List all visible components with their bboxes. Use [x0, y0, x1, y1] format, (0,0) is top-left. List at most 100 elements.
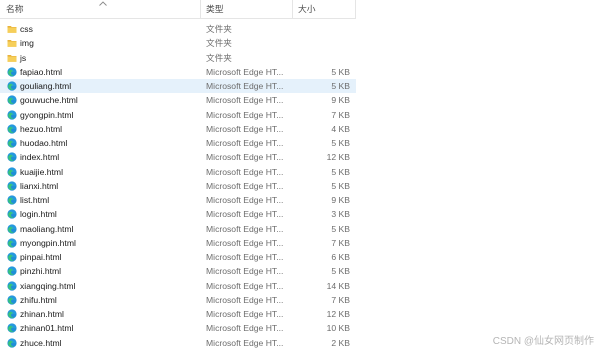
edge-html-icon — [7, 124, 17, 134]
file-size: 12 KB — [326, 152, 350, 163]
edge-html-icon — [7, 337, 17, 348]
column-divider[interactable] — [200, 0, 201, 18]
file-name: gouwuche.html — [20, 95, 78, 106]
file-row[interactable]: xiangqing.html Microsoft Edge HT... 14 KB — [0, 279, 356, 293]
file-size: 5 KB — [331, 81, 350, 91]
file-size: 5 KB — [331, 166, 350, 177]
file-type: Microsoft Edge HT... — [206, 95, 284, 106]
file-name: index.html — [20, 152, 60, 163]
file-row[interactable]: huodao.html Microsoft Edge HT... 5 KB — [0, 136, 356, 150]
file-size: 9 KB — [331, 195, 350, 205]
edge-html-icon — [7, 280, 17, 291]
file-row[interactable]: index.html Microsoft Edge HT... 12 KB — [0, 150, 356, 164]
file-name: hezuo.html — [20, 123, 63, 134]
file-size: 5 KB — [331, 138, 350, 148]
file-name: fapiao.html — [20, 66, 63, 77]
edge-html-icon — [7, 209, 17, 219]
file-type: Microsoft Edge HT... — [206, 152, 284, 163]
file-type: Microsoft Edge HT... — [206, 280, 284, 291]
edge-html-icon — [7, 166, 17, 177]
file-name: login.html — [20, 209, 57, 220]
file-name: img — [20, 38, 34, 49]
file-type: Microsoft Edge HT... — [206, 309, 284, 319]
file-size: 10 KB — [326, 323, 350, 334]
edge-html-icon — [7, 152, 17, 162]
file-type: Microsoft Edge HT... — [206, 323, 284, 334]
file-type: Microsoft Edge HT... — [206, 337, 284, 348]
file-row[interactable]: zhinan.html Microsoft Edge HT... 12 KB — [0, 307, 356, 321]
file-row[interactable]: hezuo.html Microsoft Edge HT... 4 KB — [0, 122, 356, 136]
edge-html-icon — [7, 266, 17, 276]
file-type: Microsoft Edge HT... — [206, 294, 284, 305]
edge-html-icon — [7, 95, 17, 105]
file-row[interactable]: kuaijie.html Microsoft Edge HT... 5 KB — [0, 165, 356, 179]
file-name: pinzhi.html — [20, 266, 62, 277]
column-header-size[interactable]: 大小 — [298, 0, 316, 18]
file-row[interactable]: myongpin.html Microsoft Edge HT... 7 KB — [0, 236, 356, 250]
file-type: Microsoft Edge HT... — [206, 109, 284, 120]
file-row[interactable]: zhinan01.html Microsoft Edge HT... 10 KB — [0, 321, 356, 335]
file-name: kuaijie.html — [20, 166, 63, 177]
file-type: 文件夹 — [206, 24, 232, 34]
file-size: 7 KB — [331, 109, 350, 120]
file-type: Microsoft Edge HT... — [206, 209, 284, 220]
edge-html-icon — [7, 252, 17, 262]
file-name: gouliang.html — [20, 81, 72, 91]
file-row[interactable]: zhifu.html Microsoft Edge HT... 7 KB — [0, 293, 356, 307]
watermark: CSDN @仙女网页制作 — [492, 336, 594, 347]
file-row[interactable]: gouwuche.html Microsoft Edge HT... 9 KB — [0, 93, 356, 107]
file-type: Microsoft Edge HT... — [206, 81, 284, 91]
file-row[interactable]: gouliang.html Microsoft Edge HT... 5 KB — [0, 79, 356, 94]
file-size: 5 KB — [331, 66, 350, 77]
edge-html-icon — [7, 309, 17, 319]
folder-row[interactable]: css 文件夹 — [0, 22, 356, 36]
file-name: huodao.html — [20, 138, 68, 148]
file-name: gyongpin.html — [20, 109, 74, 120]
edge-html-icon — [7, 223, 17, 234]
file-size: 2 KB — [331, 337, 350, 348]
file-name: pinpai.html — [20, 252, 62, 262]
column-header-name[interactable]: 名称 — [6, 0, 24, 18]
file-row[interactable]: list.html Microsoft Edge HT... 9 KB — [0, 193, 356, 207]
file-size: 14 KB — [326, 280, 350, 291]
file-type: 文件夹 — [206, 38, 232, 49]
file-type: Microsoft Edge HT... — [206, 123, 284, 134]
file-row[interactable]: lianxi.html Microsoft Edge HT... 5 KB — [0, 179, 356, 193]
file-size: 7 KB — [331, 237, 350, 248]
file-row[interactable]: pinpai.html Microsoft Edge HT... 6 KB — [0, 250, 356, 264]
file-type: Microsoft Edge HT... — [206, 266, 284, 277]
file-name: zhinan.html — [20, 309, 64, 319]
file-size: 6 KB — [331, 252, 350, 262]
sort-up-icon[interactable] — [99, 1, 107, 6]
column-header-type[interactable]: 类型 — [206, 0, 224, 18]
folder-icon — [7, 53, 17, 63]
file-name: myongpin.html — [20, 237, 76, 248]
column-divider[interactable] — [292, 0, 293, 18]
edge-html-icon — [7, 323, 17, 333]
edge-html-icon — [7, 295, 17, 305]
file-name: xiangqing.html — [20, 280, 76, 291]
file-list: css 文件夹 img 文件夹 js 文件夹 fapiao.html Microsoft Ed… — [0, 22, 356, 350]
file-row[interactable]: fapiao.html Microsoft Edge HT... 5 KB — [0, 65, 356, 79]
folder-row[interactable]: img 文件夹 — [0, 36, 356, 50]
edge-html-icon — [7, 195, 17, 205]
file-type: Microsoft Edge HT... — [206, 195, 284, 205]
file-type: Microsoft Edge HT... — [206, 223, 284, 234]
edge-html-icon — [7, 109, 17, 120]
file-size: 5 KB — [331, 223, 350, 234]
file-name: js — [20, 52, 27, 63]
file-row[interactable]: pinzhi.html Microsoft Edge HT... 5 KB — [0, 264, 356, 278]
file-type: Microsoft Edge HT... — [206, 237, 284, 248]
file-type: 文件夹 — [206, 52, 232, 63]
file-size: 12 KB — [326, 309, 350, 319]
file-row[interactable]: zhuce.html Microsoft Edge HT... 2 KB — [0, 336, 356, 350]
edge-html-icon — [7, 238, 17, 248]
folder-row[interactable]: js 文件夹 — [0, 51, 356, 65]
column-divider[interactable] — [355, 0, 356, 18]
edge-html-icon — [7, 81, 17, 91]
file-row[interactable]: gyongpin.html Microsoft Edge HT... 7 KB — [0, 108, 356, 122]
file-row[interactable]: maoliang.html Microsoft Edge HT... 5 KB — [0, 222, 356, 236]
column-header-bar: 名称 类型 大小 — [0, 0, 356, 19]
file-type: Microsoft Edge HT... — [206, 66, 284, 77]
file-row[interactable]: login.html Microsoft Edge HT... 3 KB — [0, 207, 356, 221]
